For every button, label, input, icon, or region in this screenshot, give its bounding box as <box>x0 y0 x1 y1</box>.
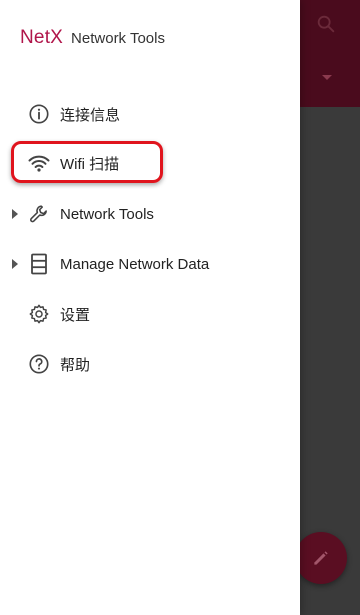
info-icon <box>27 102 51 126</box>
drawer-header: NetX Network Tools <box>20 26 165 50</box>
wrench-icon <box>27 202 51 226</box>
expand-arrow-icon[interactable] <box>10 194 20 234</box>
nav-item-connection-info[interactable]: 连接信息 <box>0 94 300 134</box>
nav-item-wifi-scan[interactable]: Wifi 扫描 <box>0 143 300 183</box>
nav-item-network-tools[interactable]: Network Tools <box>0 194 300 234</box>
app-subtitle: Network Tools <box>71 29 165 47</box>
app-logo-text: NetX <box>20 27 64 48</box>
nav-item-manage-network-data[interactable]: Manage Network Data <box>0 244 300 284</box>
nav-item-label: Manage Network Data <box>60 255 210 273</box>
nav-item-help[interactable]: 帮助 <box>0 344 300 384</box>
nav-item-settings[interactable]: 设置 <box>0 294 300 334</box>
edit-icon <box>314 551 328 565</box>
nav-item-label: Wifi 扫描 <box>60 155 120 173</box>
wifi-icon <box>27 151 51 175</box>
nav-item-label: Network Tools <box>60 205 154 223</box>
nav-item-label: 连接信息 <box>60 106 121 124</box>
expand-arrow-icon[interactable] <box>10 244 20 284</box>
navigation-drawer: NetX Network Tools 连接信息 Wifi 扫描 Network … <box>0 0 300 615</box>
screen: NetX Network Tools 连接信息 Wifi 扫描 Network … <box>0 0 360 615</box>
gear-icon <box>27 302 51 326</box>
nav-item-label: 设置 <box>60 306 91 324</box>
storage-icon <box>27 252 51 276</box>
dropdown-arrow-icon[interactable] <box>312 62 342 92</box>
search-icon[interactable] <box>306 4 346 44</box>
help-icon <box>27 352 51 376</box>
nav-item-label: 帮助 <box>60 356 91 374</box>
edit-fab-button[interactable] <box>295 532 347 584</box>
